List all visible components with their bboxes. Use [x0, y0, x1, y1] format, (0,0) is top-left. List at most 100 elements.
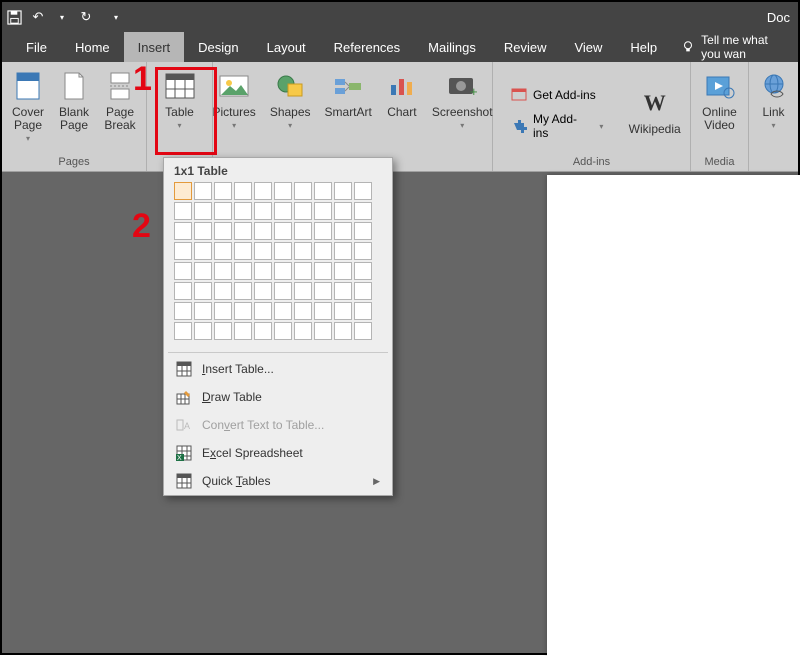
grid-cell[interactable]	[314, 222, 332, 240]
grid-cell[interactable]	[334, 202, 352, 220]
grid-cell[interactable]	[314, 202, 332, 220]
grid-cell[interactable]	[254, 282, 272, 300]
grid-cell[interactable]	[174, 302, 192, 320]
grid-cell[interactable]	[194, 262, 212, 280]
tab-insert[interactable]: Insert	[124, 32, 185, 62]
grid-cell[interactable]	[294, 242, 312, 260]
grid-cell[interactable]	[234, 262, 252, 280]
grid-cell[interactable]	[174, 202, 192, 220]
grid-cell[interactable]	[214, 262, 232, 280]
grid-cell[interactable]	[334, 182, 352, 200]
grid-cell[interactable]	[194, 202, 212, 220]
grid-cell[interactable]	[294, 202, 312, 220]
grid-cell[interactable]	[294, 302, 312, 320]
shapes-button[interactable]: Shapes ▾	[264, 66, 317, 153]
smartart-button[interactable]: SmartArt	[319, 66, 378, 153]
grid-cell[interactable]	[334, 322, 352, 340]
grid-cell[interactable]	[314, 182, 332, 200]
grid-cell[interactable]	[254, 262, 272, 280]
draw-table-menuitem[interactable]: Draw Table	[164, 383, 392, 411]
grid-cell[interactable]	[314, 282, 332, 300]
grid-cell[interactable]	[194, 222, 212, 240]
grid-cell[interactable]	[354, 222, 372, 240]
grid-cell[interactable]	[174, 182, 192, 200]
grid-cell[interactable]	[314, 262, 332, 280]
grid-cell[interactable]	[274, 322, 292, 340]
grid-cell[interactable]	[354, 262, 372, 280]
grid-cell[interactable]	[334, 242, 352, 260]
grid-cell[interactable]	[214, 322, 232, 340]
grid-cell[interactable]	[214, 182, 232, 200]
tab-references[interactable]: References	[320, 32, 414, 62]
grid-cell[interactable]	[234, 302, 252, 320]
link-button[interactable]: Link ▾	[752, 66, 796, 153]
grid-cell[interactable]	[354, 242, 372, 260]
grid-cell[interactable]	[334, 262, 352, 280]
grid-cell[interactable]	[334, 302, 352, 320]
grid-cell[interactable]	[254, 322, 272, 340]
grid-cell[interactable]	[294, 222, 312, 240]
excel-spreadsheet-menuitem[interactable]: X Excel Spreadsheet	[164, 439, 392, 467]
grid-cell[interactable]	[294, 182, 312, 200]
grid-cell[interactable]	[354, 322, 372, 340]
grid-cell[interactable]	[174, 262, 192, 280]
grid-cell[interactable]	[274, 242, 292, 260]
document-page[interactable]	[547, 175, 800, 656]
insert-table-menuitem[interactable]: Insert Table...	[164, 355, 392, 383]
table-button[interactable]: Table ▾	[152, 66, 208, 153]
grid-cell[interactable]	[234, 282, 252, 300]
grid-cell[interactable]	[194, 242, 212, 260]
grid-cell[interactable]	[254, 182, 272, 200]
pictures-button[interactable]: Pictures ▾	[206, 66, 261, 153]
grid-cell[interactable]	[174, 282, 192, 300]
grid-cell[interactable]	[274, 222, 292, 240]
grid-cell[interactable]	[214, 302, 232, 320]
undo-icon[interactable]: ↶	[30, 9, 46, 25]
grid-cell[interactable]	[214, 282, 232, 300]
tab-mailings[interactable]: Mailings	[414, 32, 490, 62]
grid-cell[interactable]	[174, 222, 192, 240]
tab-help[interactable]: Help	[616, 32, 671, 62]
grid-cell[interactable]	[174, 242, 192, 260]
grid-cell[interactable]	[274, 302, 292, 320]
grid-cell[interactable]	[274, 202, 292, 220]
tab-design[interactable]: Design	[184, 32, 252, 62]
quick-tables-menuitem[interactable]: Quick Tables ▶	[164, 467, 392, 495]
save-icon[interactable]	[6, 9, 22, 25]
tell-me-search[interactable]: Tell me what you wan	[671, 32, 798, 62]
grid-cell[interactable]	[314, 302, 332, 320]
grid-cell[interactable]	[314, 242, 332, 260]
undo-caret-icon[interactable]: ▾	[54, 9, 70, 25]
online-video-button[interactable]: Online Video	[696, 66, 743, 153]
tab-home[interactable]: Home	[61, 32, 124, 62]
chart-button[interactable]: Chart	[380, 66, 424, 153]
tab-review[interactable]: Review	[490, 32, 561, 62]
grid-cell[interactable]	[194, 182, 212, 200]
get-addins-button[interactable]: Get Add-ins	[503, 83, 611, 106]
grid-cell[interactable]	[334, 282, 352, 300]
grid-cell[interactable]	[354, 302, 372, 320]
grid-cell[interactable]	[234, 202, 252, 220]
grid-cell[interactable]	[274, 282, 292, 300]
grid-cell[interactable]	[214, 202, 232, 220]
grid-cell[interactable]	[234, 242, 252, 260]
grid-cell[interactable]	[174, 322, 192, 340]
grid-cell[interactable]	[234, 222, 252, 240]
grid-cell[interactable]	[214, 242, 232, 260]
grid-cell[interactable]	[194, 322, 212, 340]
screenshot-button[interactable]: + Screenshot ▾	[426, 66, 499, 153]
grid-cell[interactable]	[194, 282, 212, 300]
grid-cell[interactable]	[274, 262, 292, 280]
redo-icon[interactable]: ↻	[78, 9, 94, 25]
cover-page-button[interactable]: Cover Page ▾	[6, 66, 50, 153]
grid-cell[interactable]	[354, 182, 372, 200]
tab-file[interactable]: File	[12, 32, 61, 62]
qat-customize-icon[interactable]: ▾	[108, 9, 124, 25]
grid-cell[interactable]	[234, 322, 252, 340]
grid-cell[interactable]	[354, 282, 372, 300]
grid-cell[interactable]	[194, 302, 212, 320]
grid-cell[interactable]	[294, 322, 312, 340]
grid-cell[interactable]	[294, 282, 312, 300]
grid-cell[interactable]	[234, 182, 252, 200]
grid-cell[interactable]	[254, 242, 272, 260]
